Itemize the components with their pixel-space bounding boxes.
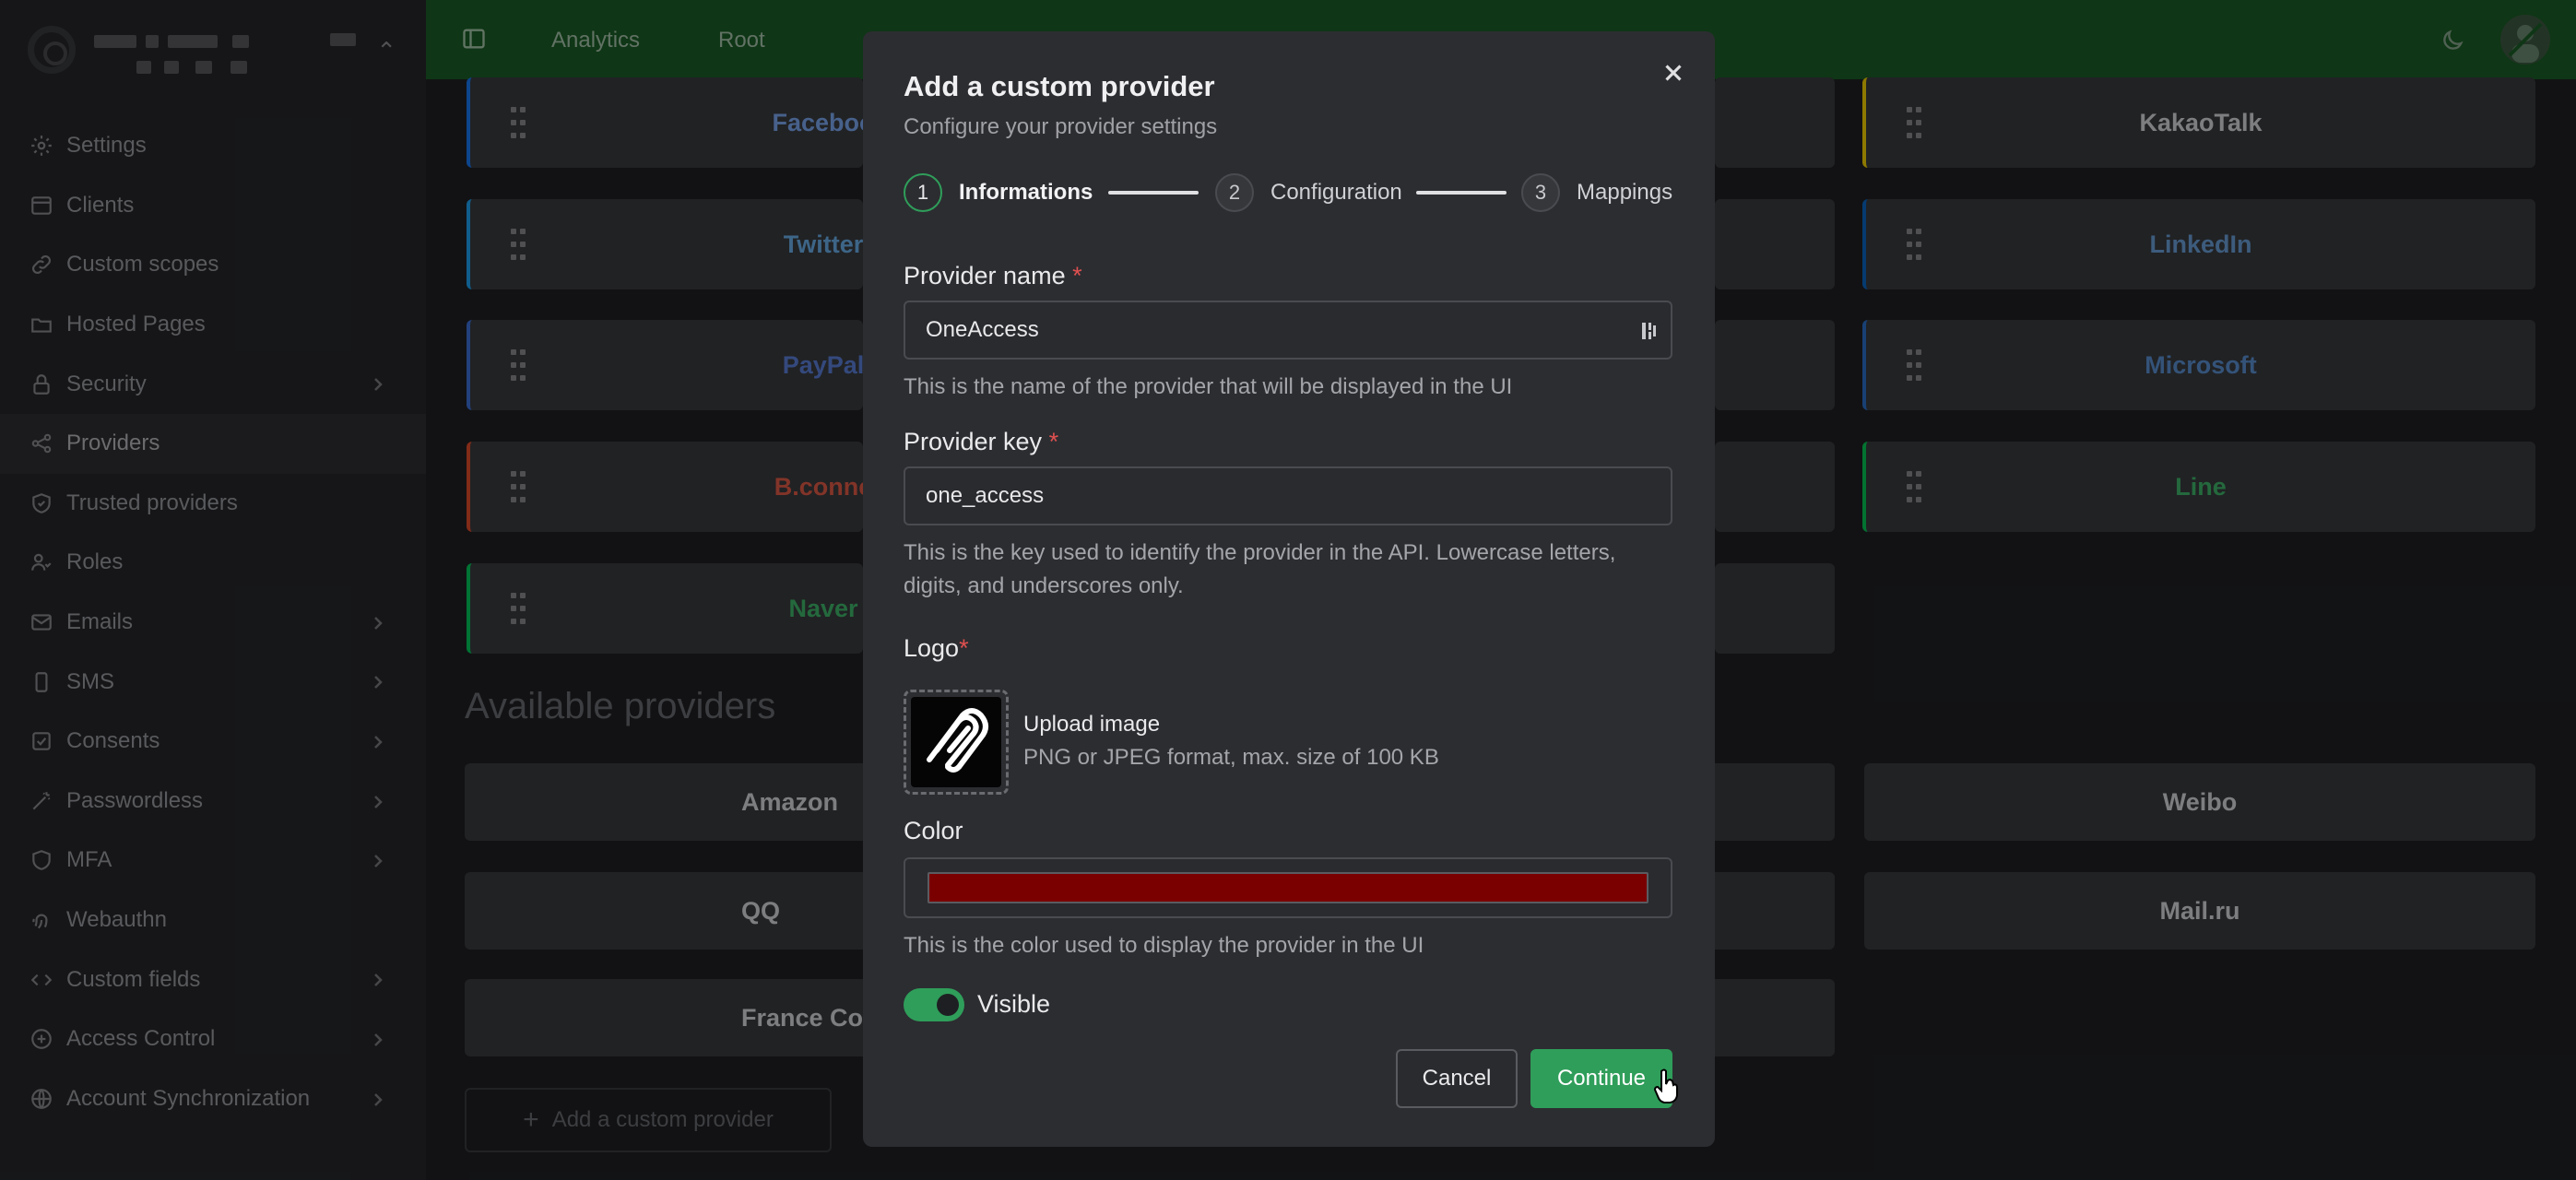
visible-toggle[interactable] [904, 988, 964, 1021]
provider-name-value: OneAccess [926, 317, 1039, 342]
provider-key-help: This is the key used to identify the pro… [904, 540, 1616, 598]
dialog-subtitle: Configure your provider settings [904, 114, 1218, 139]
provider-key-label: Provider key * [904, 428, 1058, 456]
upload-image-title: Upload image [1023, 712, 1161, 737]
step-configuration: 2 Configuration [1215, 171, 1402, 214]
step-connector [1416, 191, 1507, 195]
step-label: Configuration [1270, 180, 1402, 205]
provider-name-help: This is the name of the provider that wi… [904, 374, 1513, 399]
color-picker-input[interactable] [904, 857, 1672, 918]
step-label: Mappings [1577, 180, 1673, 205]
step-connector [1108, 191, 1199, 195]
provider-name-label: Provider name * [904, 262, 1082, 290]
provider-key-value: one_access [926, 483, 1045, 508]
stepper: 1 Informations 2 Configuration 3 Mapping… [904, 171, 1672, 214]
provider-key-input[interactable]: one_access [904, 466, 1672, 525]
visible-label: Visible [977, 990, 1051, 1018]
provider-name-label-text: Provider name [904, 262, 1066, 289]
logo-preview [911, 697, 1001, 787]
oneaccess-logo-icon [927, 708, 988, 773]
logo-label: Logo* [904, 634, 969, 663]
hand-pointer-cursor-icon [1652, 1068, 1680, 1104]
provider-name-input[interactable]: OneAccess [904, 301, 1672, 360]
step-informations: 1 Informations [904, 171, 1093, 214]
step-number: 2 [1215, 173, 1254, 212]
step-mappings: 3 Mappings [1521, 171, 1672, 214]
color-label: Color [904, 817, 963, 844]
step-number: 1 [904, 173, 942, 212]
color-help: This is the color used to display the pr… [904, 933, 1424, 958]
step-number: 3 [1521, 173, 1560, 212]
logo-label-text: Logo [904, 634, 960, 662]
step-label: Informations [959, 180, 1093, 205]
required-mark: * [959, 634, 969, 662]
color-swatch[interactable] [928, 872, 1648, 903]
logo-upload-dropzone[interactable] [904, 690, 1009, 795]
dialog-title: Add a custom provider [904, 70, 1215, 102]
password-manager-icon[interactable] [1639, 321, 1660, 341]
cancel-button[interactable]: Cancel [1396, 1049, 1518, 1108]
continue-button[interactable]: Continue [1530, 1049, 1672, 1108]
close-icon[interactable] [1660, 59, 1687, 87]
provider-key-label-text: Provider key [904, 428, 1043, 455]
upload-image-hint: PNG or JPEG format, max. size of 100 KB [1023, 745, 1439, 770]
required-mark: * [1072, 262, 1082, 289]
add-custom-provider-dialog: Add a custom provider Configure your pro… [863, 31, 1715, 1147]
required-mark: * [1048, 428, 1059, 455]
